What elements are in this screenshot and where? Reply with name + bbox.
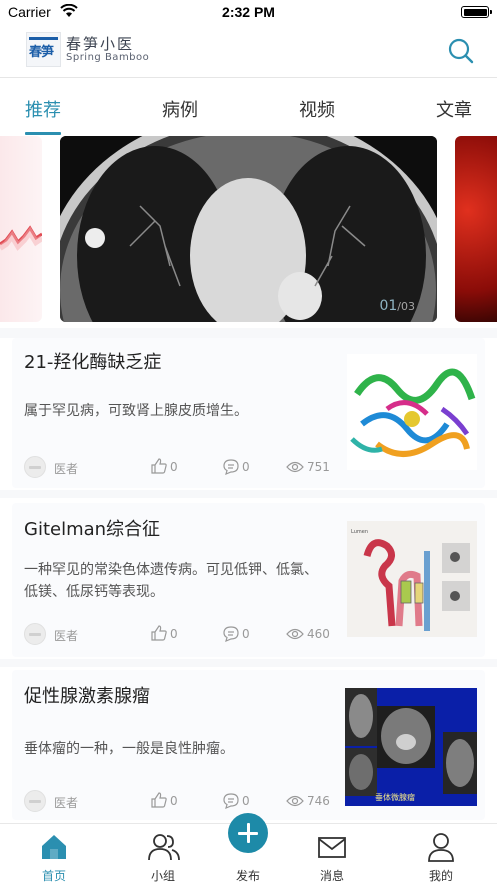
card-thumbnail: 垂体微腺瘤 bbox=[345, 688, 477, 806]
comment-count: 0 bbox=[242, 460, 250, 474]
card-meta: 医者 0 0 751 bbox=[24, 456, 334, 480]
category-tabs: 推荐 病例 视频 文章 bbox=[0, 80, 497, 136]
kidney-tubule-diagram: Lumen bbox=[347, 521, 477, 637]
eye-icon bbox=[286, 628, 304, 640]
section-divider bbox=[0, 659, 497, 667]
author-name: 医者 bbox=[54, 462, 79, 476]
nav-home-label: 首页 bbox=[41, 869, 66, 883]
nav-profile-label: 我的 bbox=[428, 869, 453, 883]
author-avatar[interactable] bbox=[24, 456, 46, 478]
protein-structure-image bbox=[347, 354, 477, 470]
card-title: Gitelman综合征 bbox=[24, 519, 161, 540]
nav-messages[interactable]: 消息 bbox=[297, 824, 367, 883]
group-icon bbox=[148, 834, 180, 861]
mail-icon bbox=[318, 837, 346, 858]
card-meta: 医者 0 0 746 bbox=[24, 790, 334, 814]
card-description: 一种罕见的常染色体遗传病。可见低钾、低氯、低镁、低尿钙等表现。 bbox=[24, 562, 318, 600]
thumb-caption: 垂体微腺瘤 bbox=[375, 792, 415, 802]
tab-cases[interactable]: 病例 bbox=[162, 96, 198, 122]
author-avatar[interactable] bbox=[24, 790, 46, 812]
nav-group[interactable]: 小组 bbox=[128, 824, 198, 883]
active-tab-indicator bbox=[25, 132, 61, 135]
view-count: 460 bbox=[307, 627, 330, 641]
like-icon[interactable] bbox=[150, 457, 168, 475]
banner-slide-previous[interactable] bbox=[0, 136, 42, 322]
like-count: 0 bbox=[170, 627, 178, 641]
tab-articles[interactable]: 文章 bbox=[436, 96, 472, 122]
svg-text:Lumen: Lumen bbox=[351, 529, 368, 535]
banner-slide-current[interactable]: 01/03 bbox=[60, 136, 437, 322]
nav-publish-label: 发布 bbox=[235, 869, 260, 883]
home-icon bbox=[42, 835, 66, 859]
battery-icon bbox=[461, 6, 492, 18]
section-divider bbox=[0, 328, 497, 338]
nav-home[interactable]: 首页 bbox=[19, 824, 89, 883]
tab-recommend[interactable]: 推荐 bbox=[25, 96, 61, 122]
logo-accent-bar bbox=[29, 37, 58, 40]
article-card[interactable]: 促性腺激素腺瘤 垂体瘤的一种，一般是良性肿瘤。 垂体微腺瘤 医者 0 0 746 bbox=[12, 670, 485, 820]
card-thumbnail bbox=[347, 354, 477, 470]
view-count: 746 bbox=[307, 794, 330, 808]
nav-profile[interactable]: 我的 bbox=[406, 824, 476, 883]
status-bar: Carrier 2:32 PM bbox=[0, 0, 497, 24]
like-count: 0 bbox=[170, 794, 178, 808]
author-avatar[interactable] bbox=[24, 623, 46, 645]
clock: 2:32 PM bbox=[222, 4, 275, 20]
brand-subtitle: Spring Bamboo bbox=[66, 52, 150, 63]
slide-counter: 01/03 bbox=[379, 298, 415, 314]
card-description: 垂体瘤的一种，一般是良性肿瘤。 bbox=[24, 741, 234, 757]
tab-videos[interactable]: 视频 bbox=[299, 96, 335, 122]
author-name: 医者 bbox=[54, 629, 79, 643]
brand-name: 春笋小医 bbox=[66, 35, 135, 53]
card-description: 属于罕见病，可致肾上腺皮质增生。 bbox=[24, 403, 248, 419]
banner-slide-next[interactable] bbox=[455, 136, 497, 322]
slide-current-index: 01 bbox=[379, 298, 398, 314]
article-card[interactable]: 21-羟化酶缺乏症 属于罕见病，可致肾上腺皮质增生。 医者 0 0 751 bbox=[12, 338, 485, 488]
slide-total: /03 bbox=[397, 300, 415, 313]
nav-group-label: 小组 bbox=[150, 869, 175, 883]
card-title: 促性腺激素腺瘤 bbox=[24, 686, 150, 707]
logo-text: 春笋 bbox=[29, 45, 54, 60]
comment-icon[interactable] bbox=[222, 792, 240, 810]
view-count: 751 bbox=[307, 460, 330, 474]
app-header: 春笋 春笋小医 Spring Bamboo bbox=[0, 24, 497, 78]
comment-count: 0 bbox=[242, 627, 250, 641]
article-card[interactable]: Gitelman综合征 一种罕见的常染色体遗传病。可见低钾、低氯、低镁、低尿钙等… bbox=[12, 503, 485, 657]
eye-icon bbox=[286, 461, 304, 473]
card-title: 21-羟化酶缺乏症 bbox=[24, 352, 162, 373]
section-divider bbox=[0, 490, 497, 498]
search-icon[interactable] bbox=[447, 37, 475, 65]
like-icon[interactable] bbox=[150, 791, 168, 809]
card-meta: 医者 0 0 460 bbox=[24, 623, 334, 647]
app-logo: 春笋 bbox=[26, 32, 61, 67]
pituitary-mri-image: 垂体微腺瘤 bbox=[345, 688, 477, 806]
card-thumbnail: Lumen bbox=[347, 521, 477, 637]
nav-messages-label: 消息 bbox=[319, 869, 344, 883]
comment-count: 0 bbox=[242, 794, 250, 808]
like-icon[interactable] bbox=[150, 624, 168, 642]
user-icon bbox=[428, 833, 454, 862]
eye-icon bbox=[286, 795, 304, 807]
plus-icon[interactable] bbox=[228, 813, 268, 853]
comment-icon[interactable] bbox=[222, 625, 240, 643]
lung-ct-image bbox=[60, 136, 437, 322]
comment-icon[interactable] bbox=[222, 458, 240, 476]
author-name: 医者 bbox=[54, 796, 79, 810]
ecg-wave-image bbox=[0, 225, 42, 251]
like-count: 0 bbox=[170, 460, 178, 474]
banner-carousel[interactable]: 01/03 bbox=[0, 136, 497, 328]
